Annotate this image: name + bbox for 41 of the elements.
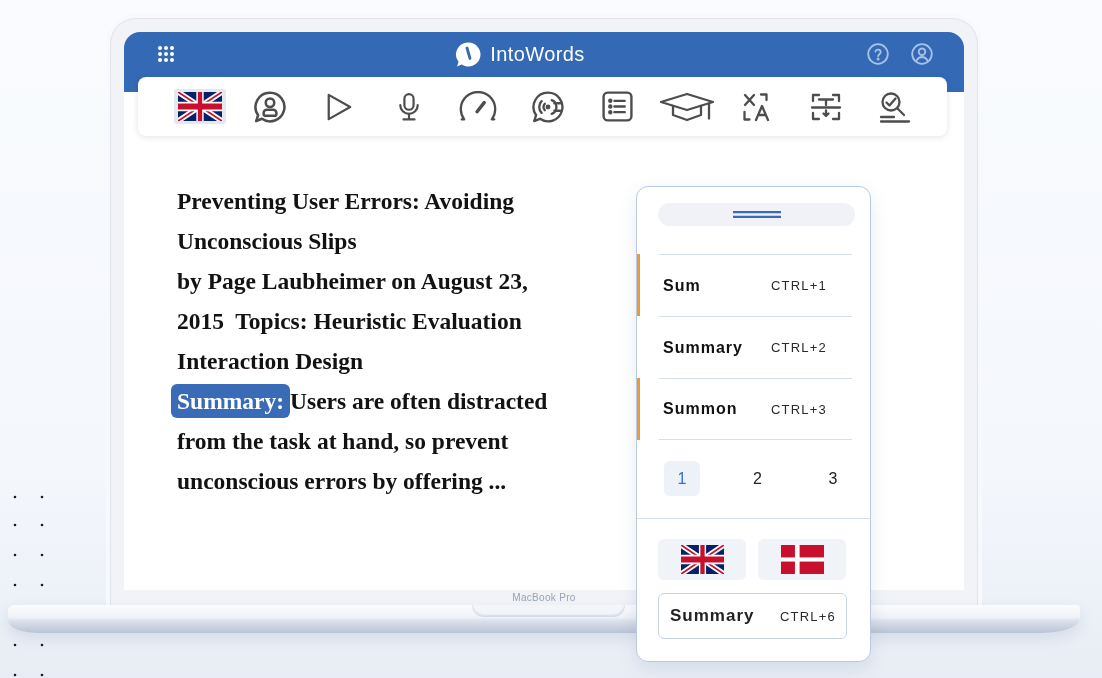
suggestion-item[interactable]: Summary CTRL+2 bbox=[637, 316, 870, 378]
danish-flag-icon bbox=[780, 545, 824, 574]
action-label: Summary bbox=[670, 606, 755, 626]
uk-flag-icon bbox=[174, 89, 226, 124]
help-button[interactable] bbox=[866, 42, 890, 66]
account-button[interactable] bbox=[910, 42, 934, 66]
app-title: IntoWords bbox=[490, 42, 585, 66]
page-button[interactable]: 2 bbox=[739, 461, 776, 496]
english-language-button[interactable] bbox=[658, 539, 746, 580]
gauge-icon bbox=[457, 91, 499, 122]
shortcut-hint: CTRL+1 bbox=[771, 278, 827, 293]
page-button[interactable]: 3 bbox=[815, 461, 851, 496]
apps-grid-icon bbox=[157, 45, 175, 63]
shortcut-hint: CTRL+6 bbox=[780, 608, 836, 624]
person-bubble-icon bbox=[252, 89, 287, 124]
account-icon bbox=[911, 43, 933, 65]
help-icon bbox=[867, 43, 889, 65]
suggestion-item[interactable]: Summon CTRL+3 bbox=[637, 378, 870, 440]
bubble-waves-icon bbox=[530, 89, 565, 124]
translate-icon bbox=[741, 90, 771, 123]
article-meta: by Page Laubheimer on August 23, 2015 Topics: Heuristic Evaluation Interaction Design bbox=[177, 267, 529, 376]
dot-pattern-drawing bbox=[12, 641, 44, 678]
summary-text: Summary: Users are often distracted from the task at hand, so prevent unconscious errors by offering ... bbox=[170, 381, 567, 501]
suggestion-item[interactable]: Sum CTRL+1 bbox=[637, 254, 870, 316]
shortcut-hint: CTRL+3 bbox=[771, 401, 827, 417]
shortcut-hint: CTRL+2 bbox=[771, 340, 827, 355]
check-search-icon bbox=[878, 90, 912, 123]
page-button[interactable]: 1 bbox=[664, 461, 700, 496]
suggestion-word: Summary bbox=[663, 338, 744, 357]
graduation-cap-icon bbox=[658, 90, 715, 123]
microphone-icon bbox=[397, 91, 420, 122]
logo-icon bbox=[455, 40, 483, 68]
suggestion-word: Summon bbox=[663, 400, 739, 418]
suggestion-word: Sum bbox=[663, 276, 702, 295]
device-label: MacBook Pro bbox=[512, 592, 576, 603]
summary-button[interactable]: Summary CTRL+6 bbox=[658, 593, 847, 639]
list-icon bbox=[600, 90, 634, 123]
drag-lines-icon bbox=[732, 211, 781, 218]
uk-flag-icon bbox=[680, 545, 724, 574]
drag-handle[interactable] bbox=[658, 203, 855, 226]
danish-language-button[interactable] bbox=[758, 539, 846, 580]
